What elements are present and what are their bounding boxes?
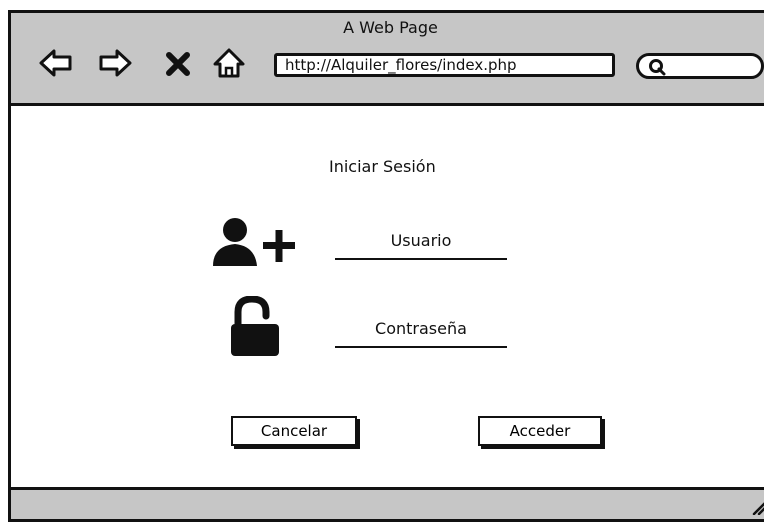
login-heading: Iniciar Sesión: [329, 157, 436, 176]
window-title: A Web Page: [343, 18, 438, 37]
unlocked-padlock-icon: [231, 296, 279, 356]
username-field[interactable]: Usuario: [335, 228, 507, 260]
back-button[interactable]: [38, 45, 74, 81]
add-user-icon: [213, 218, 295, 266]
address-bar[interactable]: http://Alquiler_flores/index.php: [274, 53, 615, 77]
stop-button[interactable]: [163, 45, 193, 81]
home-button[interactable]: [211, 45, 247, 81]
forward-arrow-icon: [99, 49, 132, 77]
home-icon: [213, 48, 245, 78]
close-icon: [166, 52, 190, 76]
submit-button[interactable]: Acceder: [478, 416, 602, 446]
status-bar: [11, 487, 764, 519]
back-arrow-icon: [39, 49, 72, 77]
browser-window: A Web Page http://Alquiler_flores/index.…: [8, 10, 764, 522]
page-content: Iniciar Sesión Usuario Contraseña Cancel…: [11, 106, 764, 491]
resize-grip-icon[interactable]: [750, 499, 764, 515]
search-box[interactable]: [636, 53, 764, 79]
cancel-button[interactable]: Cancelar: [231, 416, 357, 446]
search-icon: [649, 59, 666, 76]
password-field[interactable]: Contraseña: [335, 316, 507, 348]
browser-toolbar: A Web Page http://Alquiler_flores/index.…: [11, 13, 764, 106]
forward-button[interactable]: [97, 45, 133, 81]
